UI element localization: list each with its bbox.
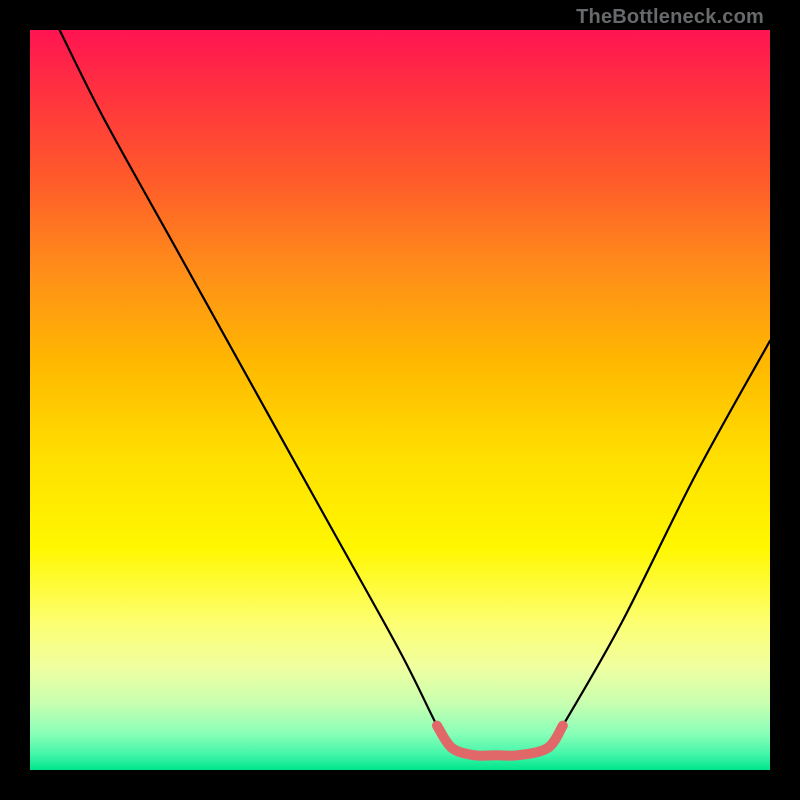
curve-layer	[30, 30, 770, 770]
highlight-segment	[437, 726, 563, 756]
watermark-text: TheBottleneck.com	[576, 6, 764, 29]
plot-area	[30, 30, 770, 770]
chart-frame: TheBottleneck.com	[0, 0, 800, 800]
bottleneck-curve	[60, 30, 770, 756]
